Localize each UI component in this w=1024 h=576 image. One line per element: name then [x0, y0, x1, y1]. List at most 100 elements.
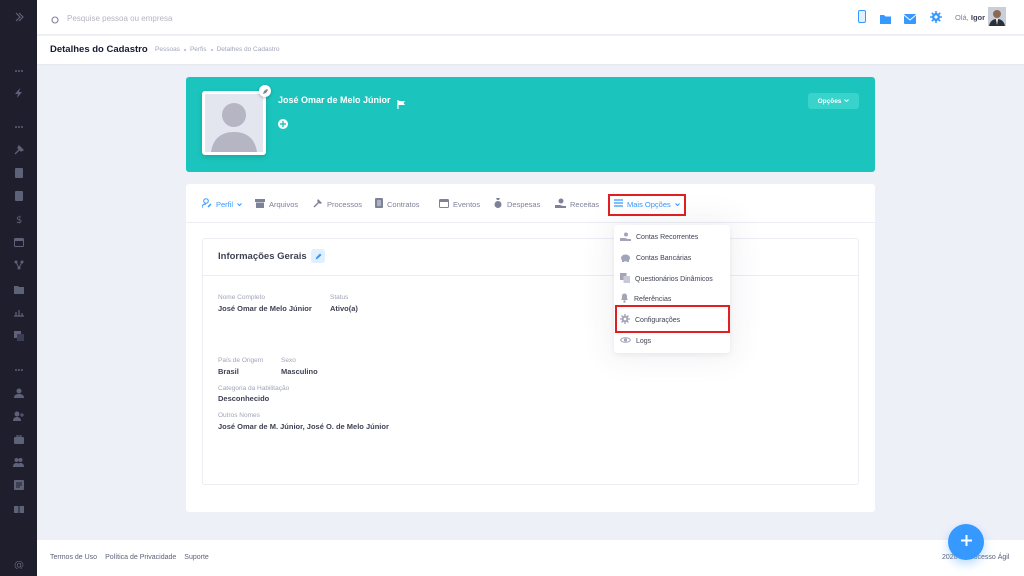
hand-coin-icon — [620, 232, 631, 243]
bell-icon — [620, 293, 629, 305]
gear-icon[interactable] — [930, 10, 942, 28]
user-icon[interactable] — [0, 385, 37, 401]
footer-nav: Termos de Uso Política de Privacidade Su… — [50, 554, 209, 561]
info-panel-header: Informações Gerais — [203, 239, 858, 276]
field-label: Categoria da Habilitação — [218, 385, 290, 392]
tab-label: Contratos — [387, 199, 420, 209]
svg-text:$: $ — [16, 215, 22, 224]
dollar-icon[interactable]: $ — [0, 211, 37, 227]
options-label: Opções — [817, 97, 842, 105]
menu-item-label: Contas Recorrentes — [636, 233, 699, 241]
footer-link[interactable]: Política de Privacidade — [105, 554, 176, 561]
tab-label: Processos — [327, 199, 363, 209]
greeting-text: Olá, — [955, 13, 969, 22]
search-icon — [51, 12, 60, 30]
svg-text:@: @ — [14, 560, 24, 569]
page-title: Detalhes do Cadastro — [50, 44, 148, 55]
user-add-icon[interactable] — [0, 408, 37, 424]
mobile-icon[interactable] — [858, 10, 866, 28]
hammer-icon — [313, 198, 323, 210]
chevron-right-icon[interactable] — [0, 9, 37, 25]
highlight-configuracoes — [615, 305, 730, 333]
subheader: Detalhes do Cadastro Pessoas Perfis Deta… — [37, 36, 1024, 64]
briefcase-icon[interactable] — [0, 431, 37, 447]
user-edit-icon — [201, 198, 212, 210]
menu-item-label: Contas Bancárias — [636, 254, 692, 262]
field-label: Nome Completo — [218, 294, 265, 301]
sidebar: $ @ — [0, 0, 37, 576]
footer-link[interactable]: Suporte — [184, 554, 209, 561]
users-icon[interactable] — [0, 454, 37, 470]
menu-item-questionarios[interactable]: Questionários Dinâmicos — [620, 273, 713, 285]
tab-bar: Perfil Arquivos Processos Contratos Even… — [186, 184, 875, 223]
edit-info-button[interactable] — [311, 249, 325, 263]
mail-icon[interactable] — [903, 11, 917, 29]
tab-perfil[interactable]: Perfil — [201, 198, 242, 210]
piggy-bank-icon — [620, 253, 631, 264]
chevron-down-icon — [844, 98, 850, 105]
avatar[interactable] — [988, 7, 1006, 26]
lightning-icon[interactable] — [0, 85, 37, 101]
menu-item-contas-recorrentes[interactable]: Contas Recorrentes — [620, 231, 698, 243]
tab-contratos[interactable]: Contratos — [375, 198, 420, 210]
menu-item-logs[interactable]: Logs — [619, 335, 651, 347]
tab-label: Arquivos — [269, 199, 299, 209]
calendar-icon[interactable] — [0, 234, 37, 250]
plus-icon — [960, 533, 972, 551]
menu-item-label: Questionários Dinâmicos — [635, 275, 713, 283]
tab-arquivos[interactable]: Arquivos — [255, 198, 299, 210]
profile-banner: José Omar de Melo Júnior Opções — [186, 77, 875, 172]
tab-eventos[interactable]: Eventos — [439, 199, 480, 209]
money-bag-icon — [493, 198, 503, 210]
flag-icon[interactable] — [397, 96, 406, 114]
menu-item-contas-bancarias[interactable]: Contas Bancárias — [620, 252, 691, 264]
hammer-icon[interactable] — [0, 142, 37, 158]
calendar-icon — [439, 198, 449, 210]
tab-processos[interactable]: Processos — [313, 199, 362, 209]
field-label: País de Origem — [218, 357, 264, 364]
folder-icon[interactable] — [0, 281, 37, 297]
tab-label: Receitas — [570, 199, 600, 209]
breadcrumb-item[interactable]: Detalhes do Cadastro — [217, 46, 280, 53]
at-sign-icon[interactable]: @ — [0, 556, 37, 572]
field-label: Sexo — [281, 357, 296, 364]
document-icon — [375, 198, 383, 210]
copy-icon[interactable] — [0, 328, 37, 344]
copy-icon — [620, 273, 630, 285]
edit-photo-button[interactable] — [259, 85, 271, 97]
more-options-menu: Contas Recorrentes Contas Bancárias Ques… — [614, 225, 730, 353]
breadcrumb-item[interactable]: Pessoas — [155, 46, 180, 53]
breadcrumb-separator — [210, 48, 213, 51]
field-value: Brasil — [218, 367, 239, 376]
folder-icon[interactable] — [880, 11, 891, 29]
breadcrumb-item[interactable]: Perfis — [190, 46, 207, 53]
user-greeting[interactable]: Olá, Igor — [955, 13, 985, 22]
tab-receitas[interactable]: Receitas — [555, 198, 600, 209]
gift-icon[interactable] — [0, 500, 37, 516]
profile-card: Perfil Arquivos Processos Contratos Even… — [186, 184, 875, 512]
tab-despesas[interactable]: Despesas — [493, 198, 541, 210]
more-dots-icon — [0, 63, 37, 79]
search-input[interactable] — [67, 9, 367, 27]
user-name: Igor — [970, 13, 986, 22]
footer-link[interactable]: Termos de Uso — [50, 554, 97, 561]
add-fab-button[interactable] — [948, 524, 984, 560]
field-label: Outros Nomes — [218, 412, 260, 419]
field-value: Desconhecido — [218, 394, 270, 403]
menu-item-referencias[interactable]: Referências — [620, 293, 671, 305]
field-value: José Omar de M. Júnior, José O. de Melo … — [218, 422, 389, 431]
more-dots-icon — [0, 362, 37, 378]
options-button[interactable]: Opções — [808, 93, 859, 109]
tab-label: Despesas — [507, 199, 541, 209]
menu-item-label: Referências — [634, 295, 672, 303]
archive-icon — [255, 198, 265, 210]
breadcrumb: Pessoas Perfis Detalhes do Cadastro — [155, 46, 279, 53]
document-icon[interactable] — [0, 165, 37, 181]
chart-icon[interactable] — [0, 304, 37, 320]
network-icon[interactable] — [0, 257, 37, 273]
add-button[interactable] — [278, 119, 288, 129]
info-panel: Informações Gerais Nome Completo José Om… — [202, 238, 859, 485]
field-value: Masculino — [281, 367, 318, 376]
id-card-icon[interactable] — [0, 477, 37, 493]
document-icon[interactable] — [0, 188, 37, 204]
